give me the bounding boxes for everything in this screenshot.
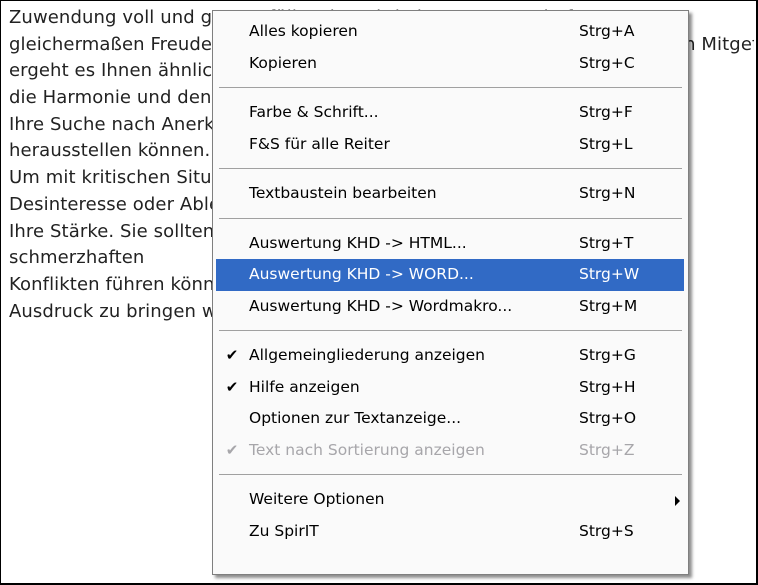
menu-item-shortcut: Strg+Z [579, 440, 635, 459]
menu-item-shortcut: Strg+C [579, 53, 635, 72]
menu-item-optionen-zur-textanzeige[interactable]: Optionen zur Textanzeige... Strg+O [216, 403, 684, 435]
menu-item-label: Text nach Sortierung anzeigen [249, 440, 485, 459]
menu-separator [219, 168, 682, 169]
menu-item-text-nach-sortierung-anzeigen: ✔ Text nach Sortierung anzeigen Strg+Z [216, 435, 684, 467]
menu-separator [219, 330, 682, 331]
menu-item-label: Optionen zur Textanzeige... [249, 409, 462, 427]
menu-item-shortcut: Strg+W [579, 265, 640, 283]
menu-item-shortcut: Strg+M [579, 296, 638, 315]
menu-item-label: Alles kopieren [249, 22, 358, 40]
checkmark-icon: ✔ [225, 440, 239, 459]
menu-item-zu-spirit[interactable]: Zu SpirIT Strg+S [216, 516, 684, 548]
menu-item-fands-f-r-alle-reiter[interactable]: F&S für alle Reiter Strg+L [216, 129, 684, 161]
menu-item-label: Auswertung KHD -> Wordmakro... [249, 296, 513, 315]
menu-item-label: Auswertung KHD -> HTML... [249, 233, 467, 252]
menu-item-auswertung-khd-wordmakro[interactable]: Auswertung KHD -> Wordmakro... Strg+M [216, 291, 684, 323]
menu-item-label: Textbaustein bearbeiten [249, 184, 437, 202]
checkmark-icon: ✔ [225, 346, 239, 364]
menu-item-allgemeingliederung-anzeigen[interactable]: ✔ Allgemeingliederung anzeigen Strg+G [216, 340, 684, 372]
submenu-arrow-icon [675, 496, 680, 506]
menu-item-label: Allgemeingliederung anzeigen [249, 346, 486, 364]
menu-item-label: Hilfe anzeigen [249, 377, 360, 396]
menu-item-shortcut: Strg+H [579, 377, 636, 396]
menu-item-label: Farbe & Schrift... [249, 103, 379, 121]
checkmark-icon: ✔ [225, 377, 239, 396]
menu-item-shortcut: Strg+O [579, 409, 637, 427]
menu-item-kopieren[interactable]: Kopieren Strg+C [216, 48, 684, 80]
menu-item-textbaustein-bearbeiten[interactable]: Textbaustein bearbeiten Strg+N [216, 178, 684, 210]
menu-item-hilfe-anzeigen[interactable]: ✔ Hilfe anzeigen Strg+H [216, 372, 684, 404]
menu-item-auswertung-khd-html[interactable]: Auswertung KHD -> HTML... Strg+T [216, 228, 684, 260]
menu-item-label: Auswertung KHD -> WORD... [249, 265, 474, 283]
menu-item-auswertung-khd-word[interactable]: Auswertung KHD -> WORD... Strg+W [216, 259, 684, 291]
menu-item-shortcut: Strg+L [579, 134, 633, 153]
menu-item-label: F&S für alle Reiter [249, 134, 390, 153]
context-menu: Alles kopieren Strg+A Kopieren Strg+C Farbe … [212, 10, 689, 575]
menu-item-alles-kopieren[interactable]: Alles kopieren Strg+A [216, 16, 684, 48]
menu-item-shortcut: Strg+S [579, 521, 634, 540]
menu-item-shortcut: Strg+A [579, 22, 635, 40]
menu-item-shortcut: Strg+F [579, 103, 633, 121]
menu-item-label: Weitere Optionen [249, 490, 385, 508]
menu-item-shortcut: Strg+G [579, 346, 636, 364]
menu-item-shortcut: Strg+T [579, 233, 634, 252]
menu-item-label: Kopieren [249, 53, 317, 72]
menu-item-farbe-and-schrift[interactable]: Farbe & Schrift... Strg+F [216, 97, 684, 129]
menu-item-weitere-optionen[interactable]: Weitere Optionen [216, 484, 684, 516]
menu-separator [219, 474, 682, 475]
menu-separator [219, 87, 682, 88]
menu-separator [219, 217, 682, 219]
menu-item-shortcut: Strg+N [579, 184, 636, 202]
menu-item-label: Zu SpirIT [249, 521, 319, 540]
